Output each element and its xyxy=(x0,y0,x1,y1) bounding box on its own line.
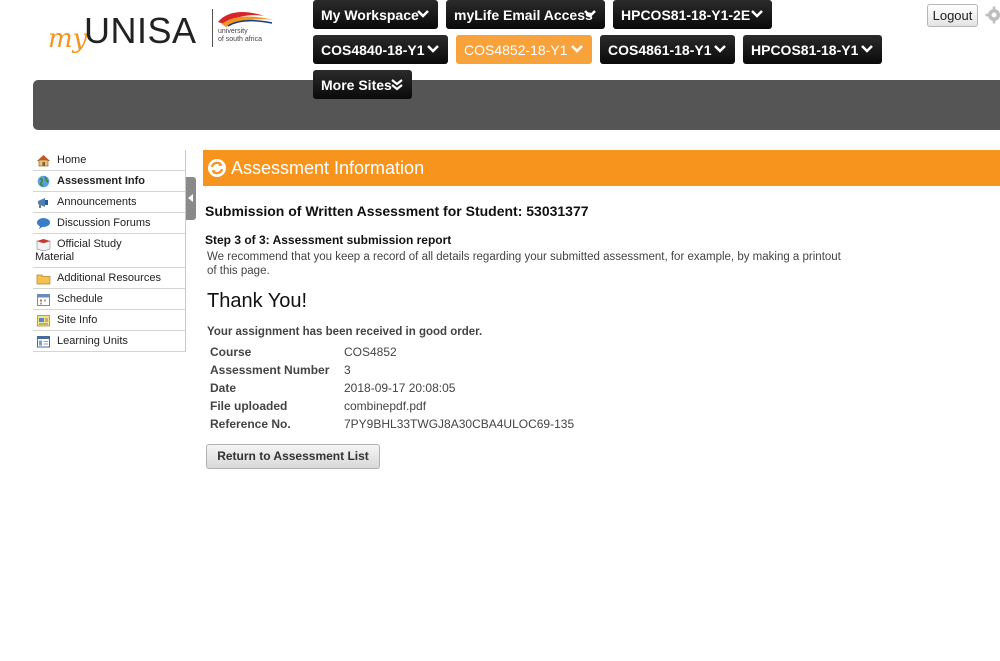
nav-item-discussion-forums[interactable]: Discussion Forums xyxy=(33,213,186,234)
nav-item-home[interactable]: Home xyxy=(33,150,186,171)
recommendation-text: We recommend that you keep a record of a… xyxy=(207,251,841,277)
chevron-down-icon xyxy=(714,45,726,53)
tab-label: COS4840-18-Y1 xyxy=(321,41,425,58)
tool-title-bar: Assessment Information xyxy=(203,150,1000,186)
bird-logo-icon xyxy=(218,12,274,27)
thank-you-heading: Thank You! xyxy=(207,290,308,312)
nav-label-line2: Material xyxy=(35,251,75,263)
tab-label: myLife Email Access xyxy=(454,6,593,23)
tab-hpcos81[interactable]: HPCOS81-18-Y1 xyxy=(743,35,882,64)
units-icon xyxy=(37,336,50,348)
step-indicator: Step 3 of 3: Assessment submission repor… xyxy=(205,233,452,247)
speech-bubble-icon xyxy=(37,218,50,229)
megaphone-icon xyxy=(38,198,48,208)
tab-label: HPCOS81-18-Y1 xyxy=(751,41,859,58)
detail-key: Assessment Number xyxy=(210,363,330,377)
nav-label: Learning Units xyxy=(57,335,128,347)
logo-divider xyxy=(212,9,213,47)
chevron-down-icon xyxy=(584,10,596,18)
nav-label-line1: Official Study xyxy=(57,238,122,250)
nav-item-site-info[interactable]: Site Info xyxy=(33,310,186,331)
tab-hpcos81-2e[interactable]: HPCOS81-18-Y1-2E xyxy=(613,0,772,29)
nav-item-learning-units[interactable]: Learning Units xyxy=(33,331,186,352)
tab-cos4852[interactable]: COS4852-18-Y1 xyxy=(456,35,592,64)
logo-unisa-text: UNISA xyxy=(84,10,197,51)
detail-value: 2018-09-17 20:08:05 xyxy=(344,381,456,395)
collapse-menu-toggle[interactable] xyxy=(186,177,196,220)
tab-label: More Sites xyxy=(321,76,392,93)
detail-key: File uploaded xyxy=(210,399,288,413)
tab-more-sites[interactable]: More Sites xyxy=(313,70,412,99)
detail-value: combinepdf.pdf xyxy=(344,399,427,413)
nav-item-announcements[interactable]: Announcements xyxy=(33,192,186,213)
unisa-logo[interactable]: my UNISA university of south africa xyxy=(44,6,284,56)
submission-title: Submission of Written Assessment for Stu… xyxy=(205,203,589,219)
nav-item-official-study-material[interactable]: Official Study Material xyxy=(33,234,186,268)
nav-item-schedule[interactable]: Schedule xyxy=(33,289,186,310)
gear-icon[interactable] xyxy=(985,6,1000,24)
calendar-icon xyxy=(37,294,50,306)
logo-sub-line2: of south africa xyxy=(218,36,262,43)
tab-label: HPCOS81-18-Y1-2E xyxy=(621,6,751,23)
detail-key: Course xyxy=(210,345,252,359)
tab-mylife-email[interactable]: myLife Email Access xyxy=(446,0,605,29)
nav-item-additional-resources[interactable]: Additional Resources xyxy=(33,268,186,289)
logo-sub-line1: university xyxy=(218,28,248,35)
detail-value: 3 xyxy=(344,363,351,377)
chevron-down-icon xyxy=(571,45,583,53)
nav-label: Additional Resources xyxy=(57,272,161,284)
nav-label: Schedule xyxy=(57,293,103,305)
home-icon xyxy=(37,155,50,167)
return-to-assessment-list-button[interactable]: Return to Assessment List xyxy=(206,444,380,469)
detail-value: 7PY9BHL33TWGJ8A30CBA4ULOC69-135 xyxy=(344,417,575,431)
received-message: Your assignment has been received in goo… xyxy=(207,326,483,338)
tab-cos4861[interactable]: COS4861-18-Y1 xyxy=(600,35,735,64)
chevron-down-icon xyxy=(427,45,439,53)
refresh-icon[interactable] xyxy=(207,158,227,178)
globe-icon xyxy=(37,175,50,188)
nav-label: Assessment Info xyxy=(57,175,146,187)
nav-label: Home xyxy=(57,154,87,166)
nav-label: Discussion Forums xyxy=(57,217,151,229)
tool-menu: Home Assessment Info Announcements Discu… xyxy=(33,150,186,352)
detail-key: Date xyxy=(210,381,237,395)
logout-button[interactable]: Logout xyxy=(927,4,978,27)
detail-key: Reference No. xyxy=(210,417,291,431)
detail-value: COS4852 xyxy=(344,345,397,359)
double-chevron-down-icon xyxy=(391,79,403,91)
page-title: Assessment Information xyxy=(231,157,425,178)
tab-label: COS4852-18-Y1 xyxy=(464,41,568,58)
book-icon xyxy=(36,239,51,251)
site-info-icon xyxy=(37,315,50,327)
folder-icon xyxy=(36,274,51,285)
nav-label: Announcements xyxy=(57,196,137,208)
tab-cos4840[interactable]: COS4840-18-Y1 xyxy=(313,35,448,64)
tab-label: COS4861-18-Y1 xyxy=(608,41,712,58)
top-banner xyxy=(33,80,1000,130)
logo-subtitle: university of south africa xyxy=(218,28,262,44)
nav-label: Site Info xyxy=(57,314,98,326)
nav-item-assessment-info[interactable]: Assessment Info xyxy=(33,171,186,192)
logo-my-text: my xyxy=(48,24,88,54)
tab-label: My Workspace xyxy=(321,6,419,23)
chevron-down-icon xyxy=(861,45,873,53)
tab-my-workspace[interactable]: My Workspace xyxy=(313,0,438,29)
chevron-down-icon xyxy=(751,10,763,18)
chevron-down-icon xyxy=(417,10,429,18)
